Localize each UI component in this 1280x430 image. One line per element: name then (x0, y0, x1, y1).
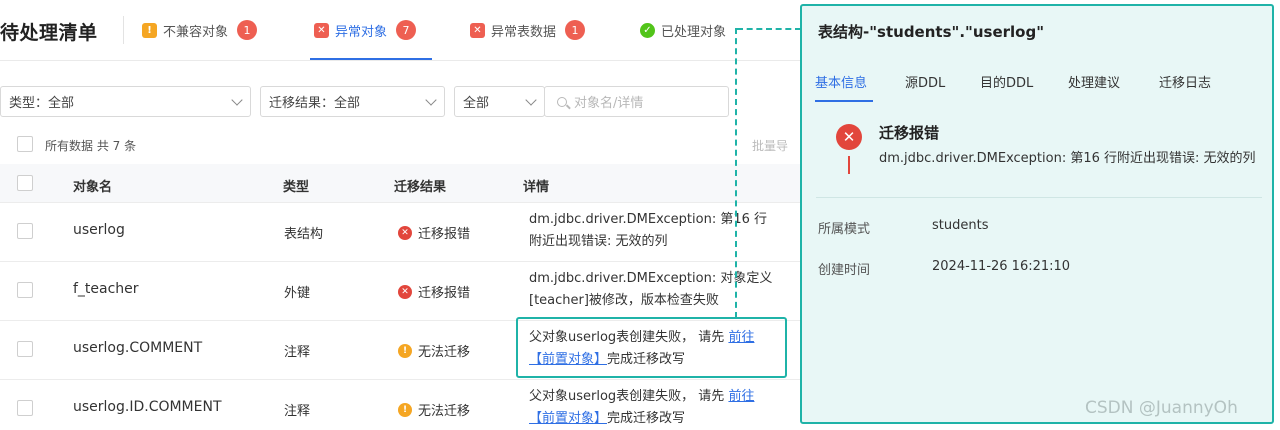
created-time-value: 2024-11-26 16:21:10 (932, 259, 1071, 274)
total-count-label: 所有数据 共 7 条 (45, 139, 137, 153)
warning-icon: ! (398, 343, 412, 358)
chevron-down-icon (525, 94, 537, 106)
status-text: 迁移报错 (418, 286, 471, 301)
object-name-cell[interactable]: f_teacher (73, 281, 139, 297)
error-title: 迁移报错 (879, 124, 940, 142)
object-type-cell: 注释 (284, 345, 311, 360)
row-divider (0, 379, 800, 380)
row-checkbox[interactable] (17, 341, 33, 357)
object-name-cell[interactable]: userlog (73, 222, 125, 238)
highlight-box (516, 317, 787, 378)
tab-label: 不兼容对象 (163, 24, 229, 40)
status-text: 无法迁移 (418, 404, 471, 419)
status-text: 无法迁移 (418, 345, 471, 360)
type-filter-select[interactable]: 类型：全部 (0, 86, 251, 117)
detail-line: dm.jdbc.driver.DMException: 对象定义 (529, 271, 773, 286)
active-tab-indicator (815, 100, 873, 102)
result-filter-value: 迁移结果：全部 (269, 96, 361, 111)
drawer-title: 表结构-"students"."userlog" (818, 23, 1045, 41)
object-name-cell[interactable]: userlog.ID.COMMENT (73, 399, 222, 415)
connector-line (737, 28, 801, 30)
error-icon: ✕ (398, 225, 412, 240)
error-icon: ✕ (398, 284, 412, 299)
column-header-detail[interactable]: 详情 (523, 176, 549, 195)
search-placeholder: 对象名/详情 (574, 96, 644, 111)
schema-label: 所属模式 (818, 222, 871, 237)
drawer-tab-basic-info[interactable]: 基本信息 (815, 72, 867, 91)
header-divider (0, 60, 800, 61)
result-filter-select[interactable]: 迁移结果：全部 (260, 86, 445, 117)
status-badge: ✕ 迁移报错 (398, 282, 470, 301)
column-header-type[interactable]: 类型 (283, 176, 309, 195)
title-divider (123, 16, 124, 44)
batch-action-button[interactable]: 批量导 (752, 137, 788, 154)
detail-line: 【前置对象】完成迁移改写 (529, 408, 791, 430)
tab-count-badge: 7 (396, 20, 417, 40)
tab-count-badge: 1 (565, 20, 586, 40)
row-checkbox[interactable] (17, 223, 33, 239)
tab-abnormal-table-data[interactable]: ✕ 异常表数据 1 (470, 18, 586, 42)
drawer-tab-target-ddl[interactable]: 目的DDL (980, 72, 1033, 91)
tab-count-badge: 1 (237, 20, 258, 40)
detail-cell: dm.jdbc.driver.DMException: 对象定义 [teache… (529, 268, 791, 312)
detail-cell: 父对象userlog表创建失败， 请先 前往 【前置对象】完成迁移改写 (529, 386, 791, 430)
drawer-tab-suggestion[interactable]: 处理建议 (1068, 72, 1120, 91)
drawer-tab-source-ddl[interactable]: 源DDL (905, 72, 945, 91)
drawer-divider (816, 197, 1262, 198)
tab-processed-objects[interactable]: ✓ 已处理对象 (640, 18, 726, 42)
timeline-line (848, 156, 850, 174)
warning-icon: ! (398, 402, 412, 417)
check-circle-icon: ✓ (640, 22, 655, 38)
status-badge: ! 无法迁移 (398, 341, 470, 360)
chevron-down-icon (425, 94, 437, 106)
column-header-result[interactable]: 迁移结果 (394, 176, 446, 195)
tab-incompatible-objects[interactable]: ! 不兼容对象 1 (142, 18, 258, 42)
tab-label: 异常表数据 (491, 24, 557, 40)
detail-text: 父对象userlog表创建失败， 请先 (529, 389, 729, 404)
search-input[interactable]: 对象名/详情 (544, 86, 729, 117)
created-time-label: 创建时间 (818, 263, 871, 278)
type-filter-value: 类型：全部 (9, 96, 75, 111)
error-message: dm.jdbc.driver.DMException: 第16 行附近出现错误:… (879, 151, 1256, 166)
status-badge: ✕ 迁移报错 (398, 223, 470, 242)
detail-line: dm.jdbc.driver.DMException: 第16 行 (529, 212, 768, 227)
object-type-cell: 表结构 (284, 227, 324, 242)
object-type-cell: 外键 (284, 286, 311, 301)
select-all-checkbox[interactable] (17, 136, 33, 152)
scope-filter-value: 全部 (463, 96, 490, 111)
detail-line: 父对象userlog表创建失败， 请先 前往 (529, 386, 791, 408)
error-icon: ✕ (836, 124, 862, 150)
header-checkbox[interactable] (17, 175, 33, 191)
status-text: 迁移报错 (418, 227, 471, 242)
drawer-tab-migration-log[interactable]: 迁移日志 (1159, 72, 1211, 91)
goto-link[interactable]: 前往 (728, 389, 754, 404)
detail-cell: dm.jdbc.driver.DMException: 第16 行 附近出现错误… (529, 209, 791, 253)
object-type-cell: 注释 (284, 404, 311, 419)
row-checkbox[interactable] (17, 400, 33, 416)
schema-value: students (932, 218, 989, 233)
connector-line (735, 28, 737, 318)
detail-line: 附近出现错误: 无效的列 (529, 234, 668, 249)
detail-drawer: 表结构-"students"."userlog" 基本信息 源DDL 目的DDL… (800, 4, 1274, 424)
row-divider (0, 261, 800, 262)
detail-text: 完成迁移改写 (607, 411, 686, 426)
tab-label: 异常对象 (335, 24, 388, 40)
error-doc-icon: ✕ (314, 22, 329, 38)
scope-filter-select[interactable]: 全部 (454, 86, 545, 117)
page-title: 待处理清单 (0, 22, 98, 44)
status-badge: ! 无法迁移 (398, 400, 470, 419)
watermark: CSDN @JuannyOh (1085, 398, 1238, 418)
detail-line: [teacher]被修改，版本检查失败 (529, 293, 719, 308)
tab-label: 已处理对象 (661, 24, 727, 40)
prerequisite-object-link[interactable]: 【前置对象】 (529, 411, 607, 426)
warning-icon: ! (142, 22, 157, 38)
column-header-name[interactable]: 对象名 (73, 176, 112, 195)
tab-abnormal-objects[interactable]: ✕ 异常对象 7 (314, 18, 417, 42)
chevron-down-icon (231, 94, 243, 106)
search-icon (557, 96, 567, 107)
object-name-cell[interactable]: userlog.COMMENT (73, 340, 202, 356)
error-table-icon: ✕ (470, 22, 485, 38)
row-checkbox[interactable] (17, 282, 33, 298)
